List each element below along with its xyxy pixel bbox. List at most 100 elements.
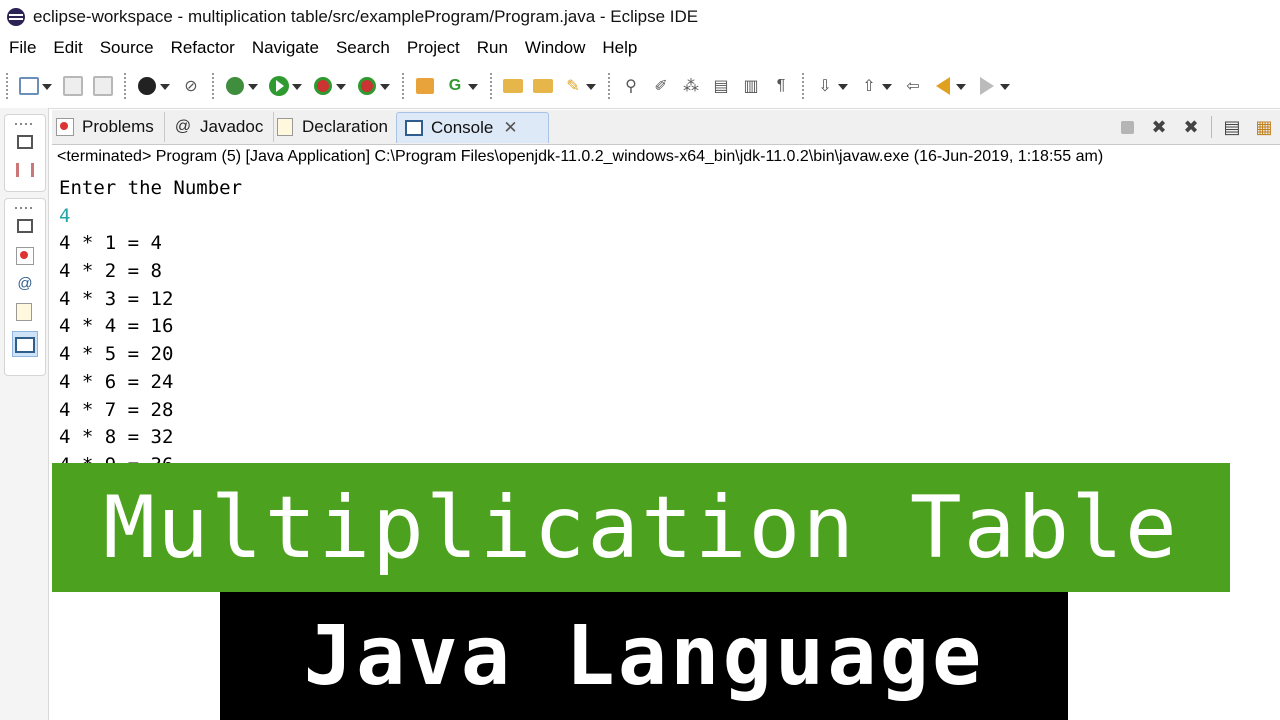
debug-button[interactable] — [224, 75, 258, 97]
toggle-word-wrap-button[interactable]: ✐ — [650, 75, 672, 97]
left-trim-bar: @ — [0, 108, 49, 720]
tab-javadoc[interactable]: @ Javadoc — [170, 112, 275, 142]
forward-arrow-icon — [980, 77, 994, 95]
coverage-button[interactable] — [312, 75, 346, 97]
tab-label: Problems — [82, 117, 154, 136]
back-button[interactable] — [932, 75, 966, 97]
pilcrow-button[interactable]: ¶ — [770, 75, 792, 97]
next-annotation-button[interactable]: ⇩ — [814, 75, 848, 97]
block-selection-button[interactable]: ⁂ — [680, 75, 702, 97]
console-line: 4 * 8 = 32 — [59, 426, 174, 449]
previous-annotation-button[interactable]: ⇧ — [858, 75, 892, 97]
tab-label: Console — [431, 118, 494, 137]
console-line: 4 * 3 = 12 — [59, 287, 174, 310]
restore-button[interactable] — [16, 219, 34, 237]
declaration-view-button[interactable] — [16, 303, 34, 321]
search-button[interactable]: ✎ — [562, 75, 596, 97]
tab-problems[interactable]: Problems — [52, 112, 165, 142]
javadoc-icon: @ — [174, 118, 192, 135]
menu-edit[interactable]: Edit — [44, 38, 90, 58]
drag-handle[interactable] — [15, 207, 35, 209]
menu-file[interactable]: File — [0, 38, 44, 58]
banner-title: Multiplication Table — [103, 477, 1179, 578]
console-icon-shape — [405, 120, 423, 136]
skip-breakpoints-button[interactable]: ⊘ — [180, 75, 202, 97]
drag-handle[interactable] — [15, 123, 35, 125]
javadoc-icon: @ — [17, 275, 33, 292]
menu-project[interactable]: Project — [398, 38, 468, 58]
save-icon — [63, 76, 83, 96]
perspective-button[interactable] — [136, 75, 170, 97]
terminate-icon — [1120, 120, 1134, 134]
toolbar-separator — [212, 73, 214, 99]
toggle-breadcrumb-button[interactable]: ▥ — [740, 75, 762, 97]
show-whitespace-button[interactable]: ▤ — [710, 75, 732, 97]
external-tools-button[interactable] — [356, 75, 390, 97]
folder-icon — [503, 79, 523, 93]
problems-icon — [56, 118, 74, 136]
problems-icon — [16, 247, 34, 265]
block-icon: ⁂ — [683, 78, 699, 95]
javadoc-view-button[interactable]: @ — [16, 275, 34, 293]
console-status-line: <terminated> Program (5) [Java Applicati… — [57, 148, 1104, 165]
new-package-button[interactable] — [414, 75, 436, 97]
close-icon[interactable]: ✕ — [503, 118, 517, 138]
toolbar-separator — [490, 73, 492, 99]
console-line: 4 * 7 = 28 — [59, 398, 174, 421]
toggle-mark-occurrences-button[interactable]: ⚲ — [620, 75, 642, 97]
console-icon — [15, 337, 35, 353]
remove-all-terminated-button[interactable]: ✖ — [1181, 117, 1201, 137]
tab-console[interactable]: Console ✕ — [396, 112, 549, 143]
console-line: 4 * 5 = 20 — [59, 343, 174, 366]
restore-icon — [17, 135, 33, 149]
scroll-lock-button[interactable]: ▤ — [1222, 117, 1242, 137]
view-tab-bar: Problems @ Javadoc Declaration Console ✕… — [52, 110, 1280, 145]
tab-label: Declaration — [302, 117, 388, 136]
pin-console-button[interactable]: ▦ — [1254, 117, 1274, 137]
tab-declaration[interactable]: Declaration — [272, 112, 399, 142]
open-task-button[interactable] — [532, 75, 554, 97]
bug-icon — [226, 77, 244, 95]
external-tools-icon — [358, 77, 376, 95]
forward-button[interactable] — [976, 75, 1010, 97]
declaration-icon-shape — [277, 118, 293, 136]
previous-annotation-icon: ⇧ — [862, 78, 876, 95]
save-all-button[interactable] — [92, 75, 114, 97]
toolbar-separator — [402, 73, 404, 99]
menu-refactor[interactable]: Refactor — [162, 38, 243, 58]
person-icon — [138, 77, 156, 95]
menu-run[interactable]: Run — [468, 38, 516, 58]
menu-help[interactable]: Help — [593, 38, 645, 58]
pilcrow-icon: ¶ — [776, 77, 786, 94]
run-button[interactable] — [268, 75, 302, 97]
open-type-button[interactable] — [502, 75, 524, 97]
console-line: 4 * 6 = 24 — [59, 370, 174, 393]
problems-view-button[interactable] — [16, 247, 34, 265]
back-arrow-icon — [936, 77, 950, 95]
console-line: Enter the Number — [59, 177, 243, 199]
toolbar-handle — [6, 73, 8, 99]
restore-icon — [17, 219, 33, 233]
console-view-button[interactable] — [12, 331, 38, 357]
menu-source[interactable]: Source — [91, 38, 162, 58]
restore-button[interactable] — [16, 135, 34, 153]
new-wizard-button[interactable] — [18, 75, 52, 97]
console-output[interactable]: Enter the Number 4 4 * 1 = 4 4 * 2 = 8 4… — [59, 175, 1259, 465]
breakpoint-icon: ⊘ — [184, 78, 198, 95]
last-edit-button[interactable]: ⇦ — [902, 75, 924, 97]
remove-launch-button[interactable]: ✖ — [1149, 117, 1169, 137]
marker-icon: ⚲ — [625, 78, 637, 95]
hierarchy-button[interactable] — [16, 163, 34, 181]
terminate-button[interactable] — [1117, 117, 1137, 137]
title-bar: eclipse-workspace - multiplication table… — [0, 0, 1280, 34]
hierarchy-icon — [16, 163, 34, 177]
new-class-button[interactable]: G — [444, 75, 478, 97]
list-icon: ▥ — [743, 78, 759, 95]
save-button[interactable] — [62, 75, 84, 97]
console-icon — [405, 119, 423, 137]
menu-window[interactable]: Window — [516, 38, 593, 58]
menu-navigate[interactable]: Navigate — [243, 38, 327, 58]
menu-search[interactable]: Search — [327, 38, 398, 58]
scroll-lock-icon: ▤ — [1223, 116, 1241, 137]
package-icon — [416, 78, 434, 94]
